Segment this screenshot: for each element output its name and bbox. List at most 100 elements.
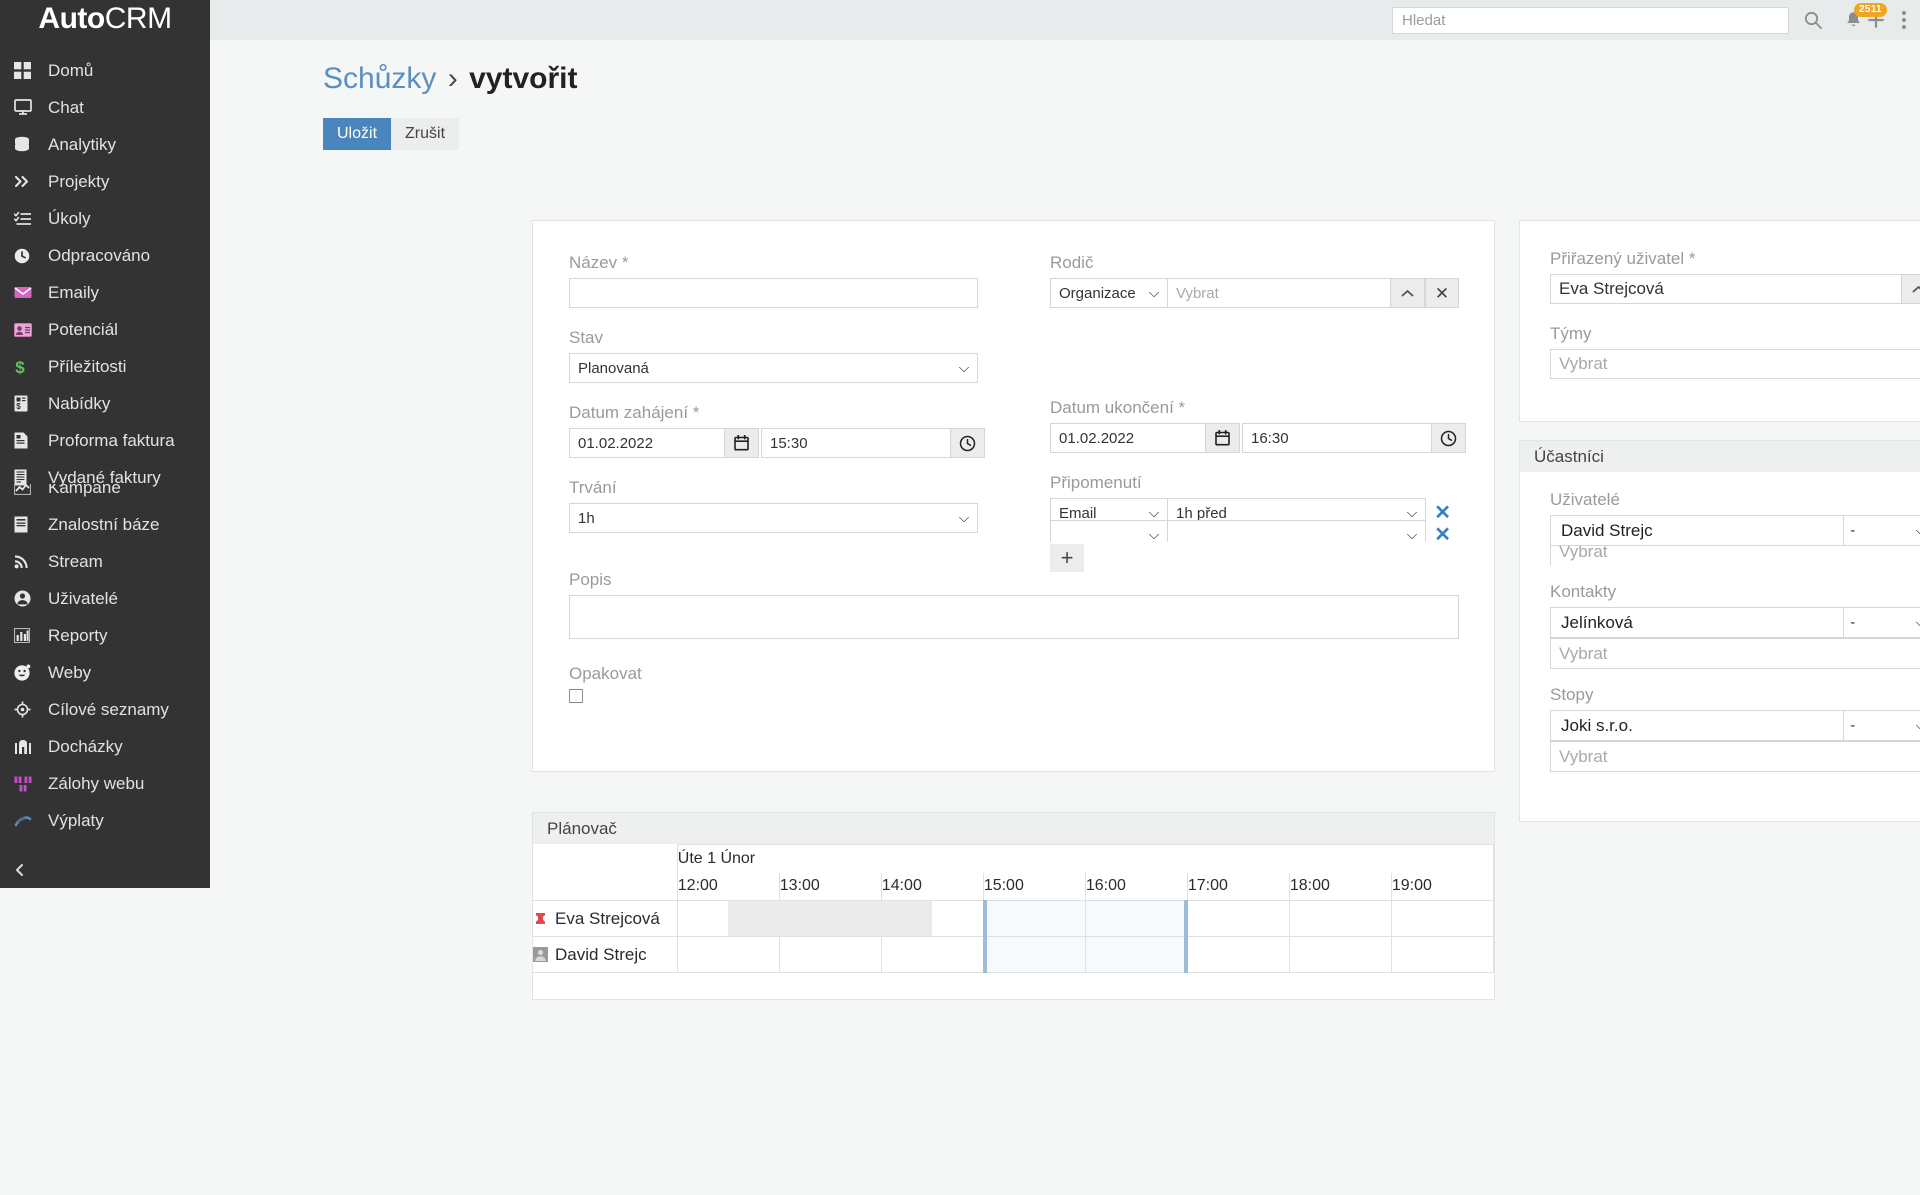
parent-clear-button[interactable]: ✕ xyxy=(1425,278,1459,308)
scheduler-person-cell: Eva Strejcová xyxy=(533,900,678,937)
overflow-menu-button[interactable] xyxy=(1902,11,1906,29)
sidebar-item-3[interactable]: Projekty xyxy=(0,163,210,200)
rss-icon xyxy=(14,554,44,569)
scheduler-slot[interactable] xyxy=(982,900,1086,938)
sidebar-item-6[interactable]: Emaily xyxy=(0,274,210,311)
scheduler-slot[interactable] xyxy=(880,900,984,937)
svg-text:$: $ xyxy=(16,402,21,411)
assigned-user-input[interactable] xyxy=(1550,274,1902,304)
reminder-remove-button[interactable]: ✕ xyxy=(1426,498,1459,528)
save-button[interactable]: Uložit xyxy=(323,118,392,150)
time-start-input[interactable] xyxy=(761,428,951,458)
scheduler-slot[interactable] xyxy=(1084,900,1189,938)
scheduler-slot[interactable] xyxy=(1288,900,1392,937)
sidebar-item-20[interactable]: Zálohy webu xyxy=(0,765,210,802)
time-end-input[interactable] xyxy=(1242,423,1432,453)
app-logo[interactable]: Auto CRM xyxy=(0,0,210,42)
scheduler-slot[interactable] xyxy=(1288,936,1392,973)
time-start-picker-button[interactable] xyxy=(951,428,985,458)
scheduler-slot[interactable] xyxy=(1186,900,1290,937)
scheduler-card: Plánovač Úte 1 Únor 12:00 13:00 14:00 15:00… xyxy=(532,812,1495,1000)
attendee-user-row: David Strejc - ✕ xyxy=(1550,515,1920,546)
scheduler-slot[interactable] xyxy=(676,900,780,937)
kebab-dot xyxy=(1902,25,1906,29)
field-parent: Rodič Organizace ✕ xyxy=(1050,253,1459,308)
attendee-contacts-input[interactable] xyxy=(1550,638,1920,669)
attendee-leads-input[interactable] xyxy=(1550,741,1920,772)
cancel-button[interactable]: Zrušit xyxy=(391,118,460,150)
date-start-picker-button[interactable] xyxy=(725,428,759,458)
field-assigned-user: Přiřazený uživatel * ✕ xyxy=(1550,249,1920,304)
date-end-input[interactable] xyxy=(1050,423,1206,453)
attendee-contacts-select xyxy=(1550,638,1920,669)
sidebar-item-21[interactable]: Výplaty xyxy=(0,802,210,839)
sidebar-item-5[interactable]: Odpracováno xyxy=(0,237,210,274)
sidebar-item-1[interactable]: Chat xyxy=(0,89,210,126)
breadcrumb-parent-link[interactable]: Schůzky xyxy=(323,62,436,95)
sidebar-item-12[interactable]: Kampaně xyxy=(0,484,210,506)
scheduler-slot[interactable] xyxy=(1084,936,1189,974)
sidebar-item-0[interactable]: Domů xyxy=(0,52,210,89)
scheduler-hour-1300: 13:00 xyxy=(778,872,882,901)
sidebar-item-10[interactable]: Proforma faktura xyxy=(0,422,210,459)
reminder-when-select[interactable]: 1h před xyxy=(1168,498,1427,528)
time-end-picker-button[interactable] xyxy=(1432,423,1466,453)
scheduler-slot[interactable] xyxy=(1186,936,1290,973)
sidebar-item-16[interactable]: Reporty xyxy=(0,617,210,654)
sidebar-item-19[interactable]: Docházky xyxy=(0,728,210,765)
sidebar-item-2[interactable]: Analytiky xyxy=(0,126,210,163)
attendee-leads-select xyxy=(1550,741,1920,772)
attendee-users-input[interactable] xyxy=(1550,546,1920,566)
campaign-chart-icon xyxy=(14,484,44,495)
sidebar-item-17[interactable]: Weby xyxy=(0,654,210,691)
parent-record-input[interactable] xyxy=(1168,278,1391,308)
chevron-left-icon xyxy=(16,864,23,876)
scheduler-slot[interactable] xyxy=(778,936,882,973)
parent-expand-button[interactable] xyxy=(1391,278,1425,308)
attendee-user-status-select[interactable]: - xyxy=(1843,515,1920,546)
attendee-lead-row: Joki s.r.o. - ✕ xyxy=(1550,710,1920,741)
sidebar-item-15[interactable]: Uživatelé xyxy=(0,580,210,617)
sidebar-item-label: Reporty xyxy=(48,625,108,645)
scheduler-slot[interactable] xyxy=(676,936,780,973)
scheduler-hour-1900: 19:00 xyxy=(1390,872,1495,901)
reminder-type-select[interactable]: Email xyxy=(1050,498,1168,528)
date-end-picker-button[interactable] xyxy=(1206,423,1240,453)
sidebar-item-4[interactable]: Úkoly xyxy=(0,200,210,237)
search-input[interactable] xyxy=(1392,6,1789,34)
scheduler-slot[interactable] xyxy=(1390,936,1495,973)
scheduler-slot[interactable] xyxy=(982,936,1086,974)
kebab-dot xyxy=(1902,18,1906,22)
notifications-button[interactable]: 2511 xyxy=(1845,2,1887,30)
sidebar-item-7[interactable]: Potenciál xyxy=(0,311,210,348)
sidebar-item-14[interactable]: Stream xyxy=(0,543,210,580)
status-select[interactable]: Planovaná xyxy=(569,353,978,383)
field-repeat: Opakovat xyxy=(569,664,1458,703)
duration-select[interactable]: 1h xyxy=(569,503,978,533)
sidebar-collapse-button[interactable] xyxy=(0,852,210,888)
name-input[interactable] xyxy=(569,278,978,308)
attendee-lead-status-select[interactable]: - xyxy=(1843,710,1920,741)
sidebar-item-18[interactable]: Cílové seznamy xyxy=(0,691,210,728)
scheduler-slot[interactable] xyxy=(1390,900,1495,937)
add-reminder-button[interactable]: + xyxy=(1050,544,1084,572)
sidebar-item-label: Chat xyxy=(48,97,84,117)
parent-type-select[interactable]: Organizace xyxy=(1050,278,1168,308)
date-start-input[interactable] xyxy=(569,428,725,458)
scheduler-slot[interactable] xyxy=(778,900,882,937)
attendee-contact-status-select[interactable]: - xyxy=(1843,607,1920,638)
repeat-checkbox[interactable] xyxy=(569,689,583,703)
sidebar-item-9[interactable]: $ Nabídky xyxy=(0,385,210,422)
sidebar-item-label: Odpracováno xyxy=(48,245,151,265)
form-column-right: Rodič Organizace ✕ xyxy=(1014,253,1495,592)
sidebar-item-13[interactable]: Znalostní báze xyxy=(0,506,210,543)
assigned-user-expand-button[interactable] xyxy=(1902,274,1920,304)
scheduler-slot[interactable] xyxy=(880,936,984,973)
search-button[interactable] xyxy=(1803,10,1823,30)
scheduler-busy-block xyxy=(778,901,882,936)
teams-input[interactable] xyxy=(1550,349,1920,379)
dollar-icon: $ xyxy=(14,358,44,376)
description-textarea[interactable] xyxy=(569,595,1459,639)
scheduler-row: David Strejc xyxy=(533,936,1495,974)
sidebar-item-8[interactable]: $ Příležitosti xyxy=(0,348,210,385)
